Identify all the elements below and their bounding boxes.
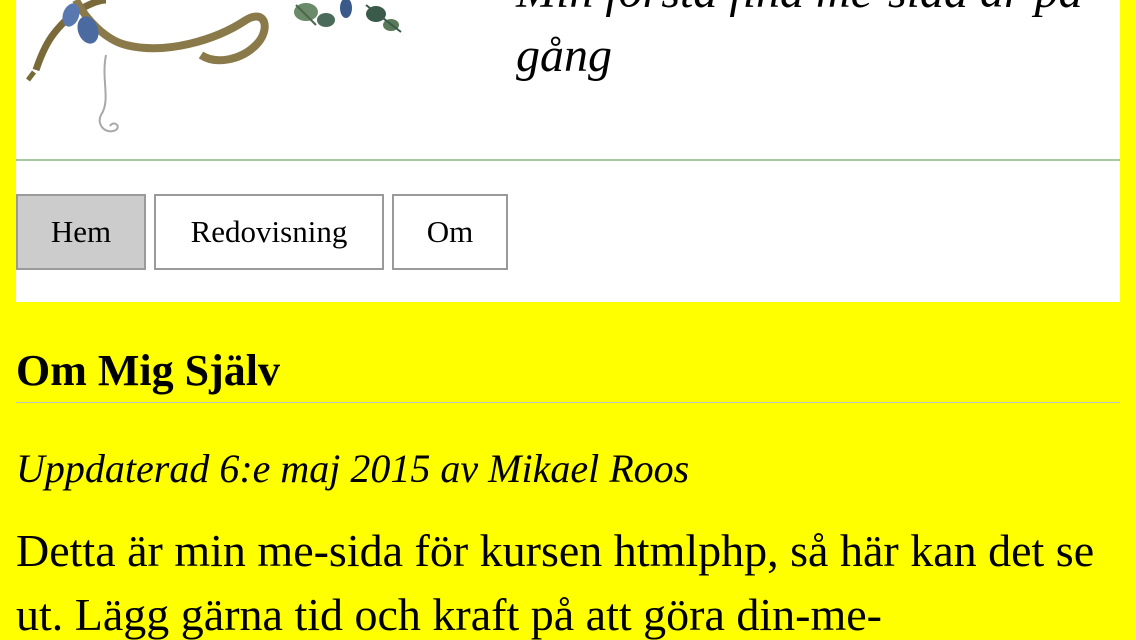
page-title: Om Mig Själv <box>16 346 280 395</box>
header-divider <box>16 159 1120 161</box>
nav-item-redovisning[interactable]: Redovisning <box>154 194 384 270</box>
nav-item-hem[interactable]: Hem <box>16 194 146 270</box>
main-content: Om Mig Själv Uppdaterad 6:e maj 2015 av … <box>16 340 1120 640</box>
page: Min första fina me-sida är på gång Hem R… <box>0 0 1136 640</box>
body-paragraph: Detta är min me-sida för kursen htmlphp,… <box>16 525 1095 640</box>
main-navigation: Hem Redovisning Om <box>16 194 508 270</box>
site-slogan: Min första fina me-sida är på gång <box>516 0 1083 82</box>
title-divider <box>16 402 1120 403</box>
byline: Uppdaterad 6:e maj 2015 av Mikael Roos <box>16 446 690 491</box>
branch-illustration-icon <box>26 0 402 133</box>
site-header: Min första fina me-sida är på gång Hem R… <box>16 0 1120 302</box>
nav-item-om[interactable]: Om <box>392 194 508 270</box>
